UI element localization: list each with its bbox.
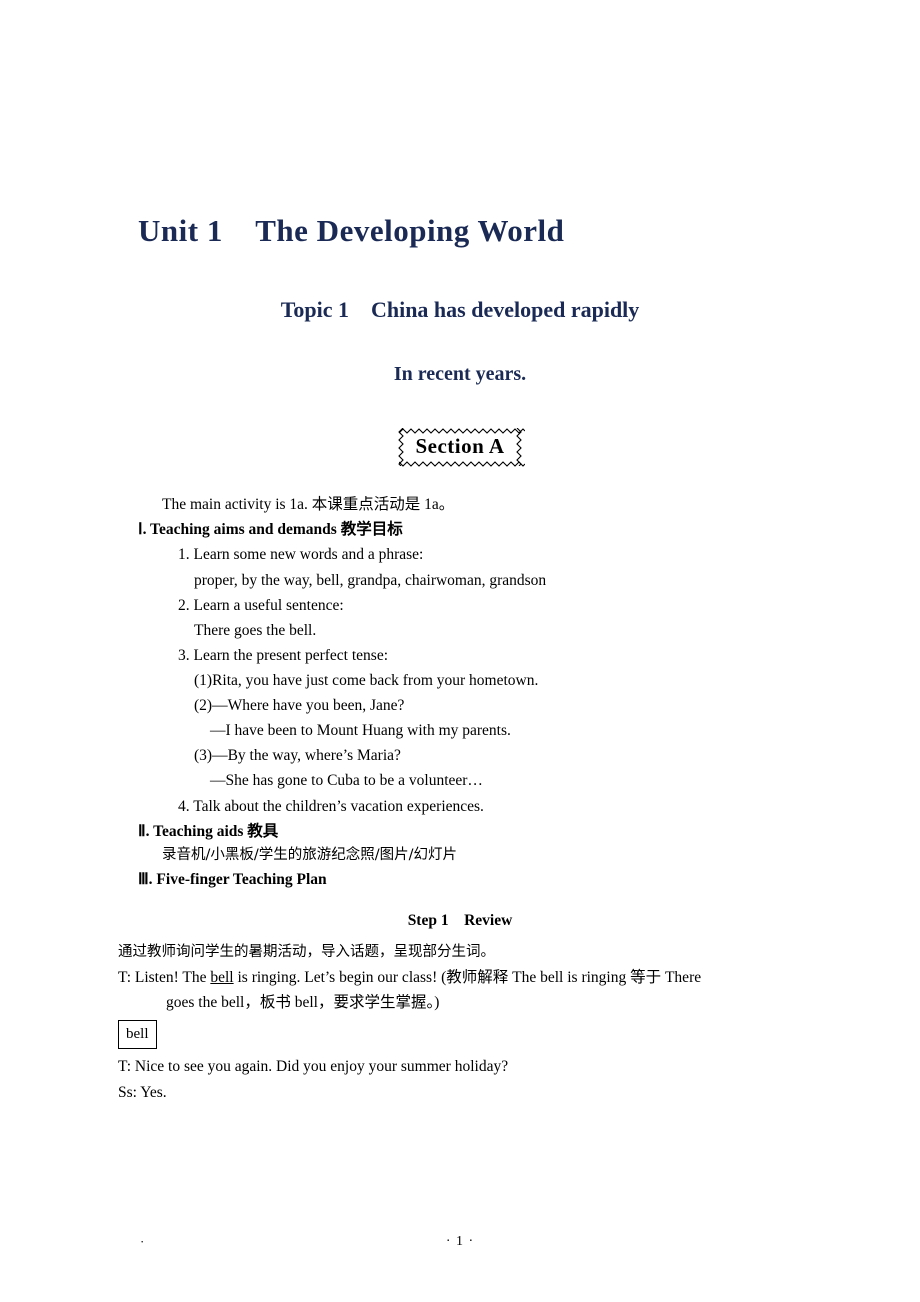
intro-line: The main activity is 1a. 本课重点活动是 1a。 — [162, 496, 455, 514]
section-label: Section A — [415, 434, 505, 459]
step-line-2-part-a: T: Listen! The — [118, 968, 211, 986]
aims-item-10: —She has gone to Cuba to be a volunteer… — [210, 772, 483, 790]
step-line-1: 通过教师询问学生的暑期活动，导入话题，呈现部分生词。 — [118, 944, 495, 961]
aims-item-2: proper, by the way, bell, grandpa, chair… — [194, 571, 547, 589]
section-heading-2: Ⅱ. Teaching aids 教具 — [138, 822, 279, 840]
teaching-aids-item: 录音机/小黑板/学生的旅游纪念照/图片/幻灯片 — [162, 846, 458, 863]
aims-item-9: (3)—By the way, where’s Maria? — [194, 747, 401, 765]
zigzag-top-border — [399, 427, 526, 434]
boxword-wrapper: bell — [118, 1015, 782, 1054]
aims-item-11: 4. Talk about the children’s vacation ex… — [178, 797, 484, 815]
document-body: The main activity is 1a. 本课重点活动是 1a。 Ⅰ. … — [118, 492, 782, 1104]
unit-title: Unit 1 The Developing World — [138, 213, 565, 248]
step-line-3: goes the bell，板书 bell，要求学生掌握。) — [166, 994, 440, 1012]
page-content: Unit 1 The Developing World Topic 1 Chin… — [118, 0, 782, 1105]
step-line-2: T: Listen! The bell is ringing. Let’s be… — [118, 965, 782, 990]
aims-item-5: 3. Learn the present perfect tense: — [178, 646, 389, 664]
aims-item-7: (2)—Where have you been, Jane? — [194, 697, 405, 715]
step-line-4: T: Nice to see you again. Did you enjoy … — [118, 1058, 509, 1076]
zigzag-bottom-border — [399, 460, 526, 467]
section-heading-1: Ⅰ. Teaching aims and demands 教学目标 — [138, 521, 403, 539]
aims-item-1: 1. Learn some new words and a phrase: — [178, 546, 424, 564]
document-page: Unit 1 The Developing World Topic 1 Chin… — [0, 0, 920, 1302]
aims-item-3: 2. Learn a useful sentence: — [178, 596, 344, 614]
topic-title: Topic 1 China has developed rapidly — [280, 297, 640, 323]
step-line-2-part-c: is ringing. Let’s begin our class! (教师解释… — [233, 968, 702, 986]
footer-page-number: · 1 · — [445, 1234, 475, 1249]
aims-item-4: There goes the bell. — [194, 621, 317, 639]
step-line-5: Ss: Yes. — [118, 1083, 167, 1101]
step-line-2-keyword: bell — [210, 968, 234, 986]
step-title: Step 1 Review — [407, 912, 513, 930]
section-heading-3: Ⅲ. Five-finger Teaching Plan — [138, 871, 327, 889]
section-stamp: Section A — [398, 428, 526, 467]
aims-item-6: (1)Rita, you have just come back from yo… — [194, 671, 539, 689]
boxword-bell: bell — [118, 1020, 157, 1050]
section-stamp-wrapper: Section A — [138, 428, 782, 467]
topic-title-line2: In recent years. — [393, 363, 527, 386]
aims-item-8: —I have been to Mount Huang with my pare… — [210, 722, 511, 740]
zigzag-left-border — [398, 428, 405, 467]
zigzag-right-border — [515, 428, 522, 467]
